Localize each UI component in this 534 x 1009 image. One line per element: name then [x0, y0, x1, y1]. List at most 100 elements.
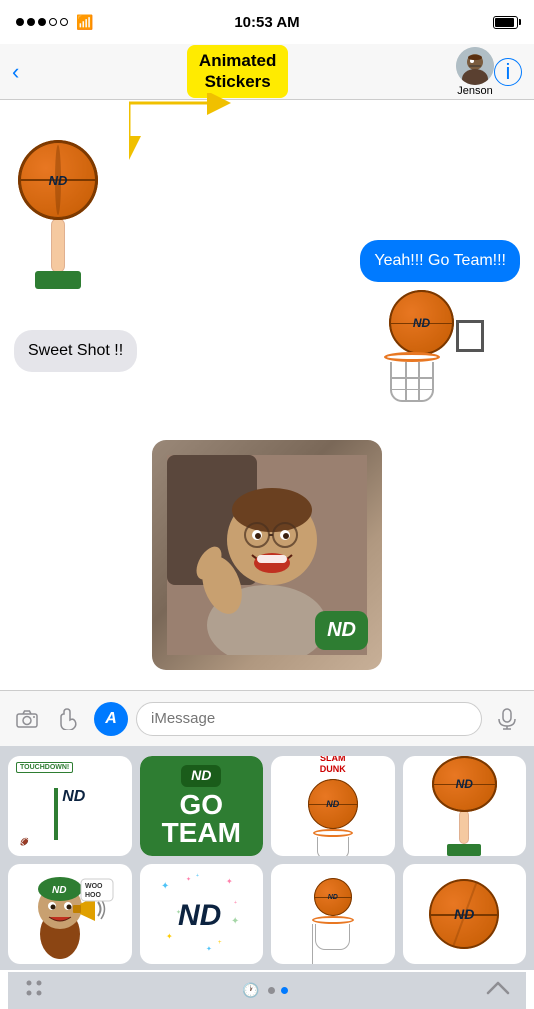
hoop-art-main: ND — [374, 290, 484, 410]
pole — [54, 788, 58, 840]
sparkle-svg: ✦ ✦ ✦ ✦ ✦ ✦ ✦ + + + ND — [156, 869, 246, 959]
page-dot-2 — [281, 987, 288, 994]
svg-text:✦: ✦ — [231, 916, 239, 927]
sticker-bball-finger[interactable]: ND — [403, 756, 527, 856]
woohoo-svg: ND WOO HOO — [25, 869, 115, 959]
bubble-sent-1: Yeah!!! Go Team!!! — [360, 240, 520, 282]
panel-bottom-left — [24, 978, 44, 1003]
go-team-words: GO TEAM — [162, 791, 241, 847]
panel-bottom-bar: 🕐 — [8, 972, 526, 1009]
msg-yeah-go-team: Yeah!!! Go Team!!! — [360, 240, 520, 282]
svg-text:ND: ND — [52, 885, 66, 896]
woohoo-art: ND WOO HOO — [8, 864, 132, 964]
app-store-button[interactable]: A — [94, 702, 128, 736]
nav-bar: ‹ Animated Stickers — [0, 44, 534, 100]
chevron-up-icon — [486, 979, 510, 997]
nd-logo-spinning: ND — [49, 173, 68, 188]
goteam-art: ND GO TEAM — [140, 756, 264, 856]
sticker-hoop2[interactable]: ND — [271, 864, 395, 964]
hoop2-rim — [312, 916, 354, 924]
svg-text:ND: ND — [178, 899, 221, 932]
sticker-touchdown[interactable]: TOUCHDOWN! ND 🏈 — [8, 756, 132, 856]
net-sm — [317, 837, 349, 856]
panel-up-button[interactable] — [486, 979, 510, 1002]
svg-text:✦: ✦ — [186, 876, 191, 883]
touch-button[interactable] — [52, 702, 86, 736]
sticker-slamdunk[interactable]: SLAMDUNK ND — [271, 756, 395, 856]
signal-dot-5 — [60, 18, 68, 26]
svg-text:+: + — [196, 873, 199, 879]
page-dot-1 — [268, 987, 275, 994]
sleeve-sm — [447, 844, 481, 856]
signal-dots — [16, 18, 68, 26]
finger-sm — [459, 810, 469, 844]
avatar-svg — [456, 47, 494, 85]
message-input[interactable] — [136, 702, 482, 736]
bball2-art: ND — [403, 864, 527, 964]
hoop2-ball: ND — [314, 878, 352, 916]
slamdunk-hoop: ND — [308, 779, 358, 856]
svg-text:WOO: WOO — [85, 883, 103, 890]
basketball-hoop-sticker[interactable]: ND — [374, 290, 484, 410]
sticker-sparkle-nd[interactable]: ✦ ✦ ✦ ✦ ✦ ✦ ✦ + + + ND — [140, 864, 264, 964]
bball2-nd: ND — [454, 906, 474, 922]
contact-name: Jenson — [457, 85, 492, 97]
svg-text:+: + — [234, 900, 237, 906]
touchdown-pole-area: ND — [54, 782, 85, 840]
animated-stickers-label: Animated Stickers — [187, 45, 288, 98]
camera-button[interactable] — [10, 702, 44, 736]
sticker-grid-row2: ND WOO HOO — [8, 864, 526, 964]
rim-sm — [313, 829, 353, 837]
sticker-grid-row1: TOUCHDOWN! ND 🏈 ND GO TEAM — [8, 756, 526, 856]
bball-finger-art: ND — [403, 756, 527, 856]
status-time: 10:53 AM — [234, 14, 299, 31]
sticker-goteam[interactable]: ND GO TEAM — [140, 756, 264, 856]
nav-center: Animated Stickers — [19, 45, 456, 98]
battery-fill — [495, 18, 514, 27]
photo-message[interactable]: ND — [152, 440, 382, 670]
camera-icon — [16, 710, 38, 728]
battery-icon — [493, 16, 518, 29]
bubble-received-1: Sweet Shot !! — [14, 330, 137, 372]
info-button[interactable]: i — [494, 58, 522, 86]
hoop-ball: ND — [389, 290, 454, 355]
mic-button[interactable] — [490, 702, 524, 736]
basketball-spin-sticker[interactable]: ND — [18, 140, 98, 289]
hoop2-art: ND — [271, 864, 395, 964]
panel-page-indicators: 🕐 — [242, 982, 287, 999]
sticker-panel: TOUCHDOWN! ND 🏈 ND GO TEAM — [0, 746, 534, 970]
nd-logo-td: ND — [62, 788, 85, 806]
svg-text:HOO: HOO — [85, 892, 102, 899]
sparkle-nd-art: ✦ ✦ ✦ ✦ ✦ ✦ ✦ + + + ND — [140, 864, 264, 964]
touch-icon — [58, 708, 80, 730]
nd-chip: ND — [181, 765, 221, 787]
svg-text:✦: ✦ — [226, 877, 233, 886]
back-button[interactable]: ‹ — [12, 59, 19, 85]
net — [390, 362, 434, 402]
signal-area: 📶 — [16, 14, 93, 31]
wifi-icon: 📶 — [76, 14, 93, 31]
signal-dot-2 — [27, 18, 35, 26]
hoop2-net — [315, 924, 350, 950]
slamdunk-text: SLAMDUNK — [320, 756, 346, 775]
bball2-circle: ND — [429, 879, 499, 949]
status-bar: 📶 10:53 AM — [0, 0, 534, 44]
contact-area[interactable]: Jenson — [456, 47, 494, 97]
sticker-bball2[interactable]: ND — [403, 864, 527, 964]
slamdunk-ball: ND — [308, 779, 358, 829]
chat-area: ND Sweet Shot !! Yeah!!! Go Team!!! ND — [0, 100, 534, 690]
svg-text:✦: ✦ — [161, 881, 169, 892]
finger-art — [51, 218, 65, 273]
signal-dot-3 — [38, 18, 46, 26]
signal-dot-1 — [16, 18, 24, 26]
backboard — [456, 320, 484, 352]
nd-box: ND — [315, 611, 368, 650]
touchdown-text: TOUCHDOWN! — [16, 762, 73, 773]
go-word: GO — [162, 791, 241, 819]
sticker-woohoo[interactable]: ND WOO HOO — [8, 864, 132, 964]
contact-avatar — [456, 47, 494, 85]
slamdunk-art: SLAMDUNK ND — [271, 756, 395, 856]
svg-text:+: + — [218, 940, 222, 946]
input-bar: A — [0, 690, 534, 746]
bball-lg: ND — [432, 756, 497, 812]
